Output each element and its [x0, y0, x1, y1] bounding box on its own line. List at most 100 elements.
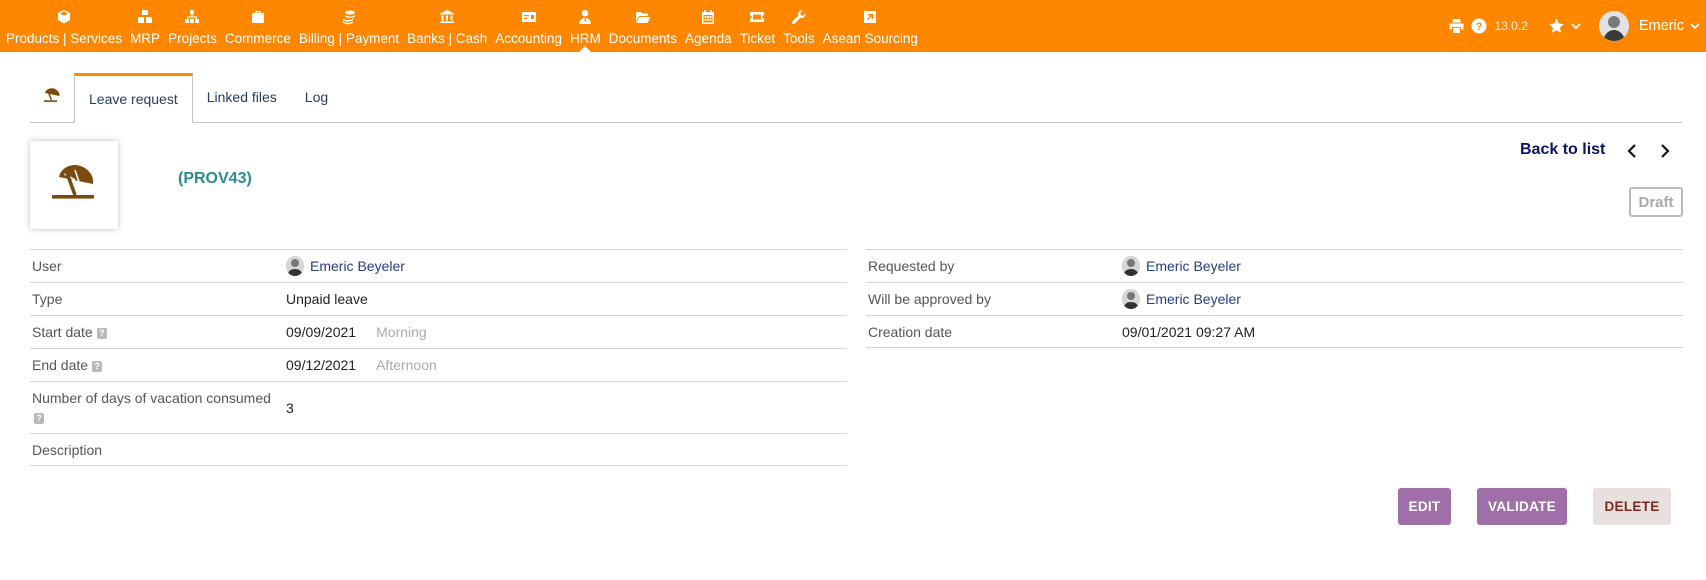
menu-label: Accounting [495, 31, 563, 46]
cube-icon [55, 9, 73, 25]
menu-label: Products | Services [6, 31, 123, 46]
menu-label: MRP [130, 31, 161, 46]
delete-button[interactable]: DELETE [1593, 488, 1671, 525]
chevron-down-icon[interactable] [1571, 22, 1581, 30]
chevron-down-icon[interactable] [1690, 22, 1700, 30]
menu-label: Tools [783, 31, 815, 46]
money-check-icon [520, 9, 538, 25]
field-row-requested-by: Requested by Emeric Beyeler [866, 249, 1683, 282]
end-half-day: Afternoon [376, 357, 437, 373]
field-label: Will be approved by [868, 291, 991, 307]
field-value: 3 [286, 399, 294, 416]
wrench-icon [790, 9, 808, 25]
field-value: Unpaid leave [286, 291, 368, 307]
menu-hrm[interactable]: HRM [566, 0, 605, 52]
beach-umbrella-icon [42, 87, 62, 108]
record-tabs: Leave request Linked files Log [30, 73, 1682, 123]
menu-products-services[interactable]: Products | Services [2, 0, 126, 52]
menu-agenda[interactable]: Agenda [681, 0, 736, 52]
field-label: Number of days of vacation consumed [32, 389, 271, 406]
help-icon[interactable]: ? [34, 413, 44, 425]
field-row-end-date: End date? 09/12/2021 Afternoon [30, 348, 847, 381]
menu-label: Agenda [685, 31, 732, 46]
main-menu: Products | Services MRP Projects Commerc… [0, 0, 922, 52]
coins-icon [340, 9, 358, 25]
external-link-icon [861, 9, 879, 25]
field-label-wrap: Number of days of vacation consumed? [30, 388, 286, 428]
chevron-right-icon [1655, 141, 1675, 161]
menu-projects[interactable]: Projects [164, 0, 221, 52]
menu-documents[interactable]: Documents [605, 0, 681, 52]
menu-billing-payment[interactable]: Billing | Payment [295, 0, 403, 52]
field-value: Emeric Beyeler [286, 256, 405, 276]
user-menu-name[interactable]: Emeric [1639, 18, 1684, 34]
tab-linked-files[interactable]: Linked files [193, 72, 291, 122]
field-row-approver: Will be approved by Emeric Beyeler [866, 282, 1683, 315]
menu-label: Commerce [224, 31, 291, 46]
record-ref: (PROV43) [178, 170, 252, 187]
menu-label: Asean Sourcing [822, 31, 918, 46]
tab-leave-request[interactable]: Leave request [74, 73, 193, 123]
field-label: Start date [32, 324, 93, 340]
menu-label: HRM [570, 31, 601, 46]
end-date-value: 09/12/2021 [286, 357, 357, 373]
leave-details-left: User Emeric Beyeler Type Unpaid leave St… [30, 249, 847, 466]
previous-record-button[interactable] [1622, 141, 1642, 161]
avatar[interactable] [1598, 11, 1629, 41]
field-row-creation-date: Creation date 09/01/2021 09:27 AM [866, 315, 1683, 348]
help-icon[interactable]: ? [92, 360, 103, 372]
field-value: 09/12/2021 Afternoon [286, 357, 437, 373]
avatar [1122, 289, 1140, 309]
start-date-value: 09/09/2021 [286, 324, 357, 340]
menu-ticket[interactable]: Ticket [736, 0, 780, 52]
field-label: Creation date [868, 323, 953, 340]
field-label: User [32, 258, 62, 274]
menu-mrp[interactable]: MRP [126, 0, 164, 52]
top-right-tools: ? 13.0.2 Emeric [1448, 0, 1701, 52]
menu-asean-sourcing[interactable]: Asean Sourcing [819, 0, 922, 52]
field-row-days-consumed: Number of days of vacation consumed? 3 [30, 381, 847, 433]
user-link[interactable]: Emeric Beyeler [310, 258, 405, 274]
menu-label: Documents [608, 31, 678, 46]
help-icon[interactable]: ? [1471, 18, 1487, 34]
field-value: Emeric Beyeler [1122, 289, 1241, 309]
field-row-description: Description [30, 433, 847, 466]
beach-umbrella-icon [50, 163, 98, 208]
start-half-day: Morning [376, 324, 427, 340]
menu-label: Banks | Cash [407, 31, 488, 46]
validate-button[interactable]: VALIDATE [1477, 488, 1567, 525]
edit-button[interactable]: EDIT [1398, 488, 1451, 525]
top-menu-bar: Products | Services MRP Projects Commerc… [0, 0, 1706, 52]
field-label-wrap: Start date? [30, 322, 286, 342]
user-link[interactable]: Emeric Beyeler [1146, 291, 1241, 307]
user-tie-icon [576, 9, 594, 25]
menu-banks-cash[interactable]: Banks | Cash [403, 0, 491, 52]
menu-label: Billing | Payment [298, 31, 400, 46]
menu-commerce[interactable]: Commerce [221, 0, 295, 52]
menu-accounting[interactable]: Accounting [491, 0, 566, 52]
back-to-list-link[interactable]: Back to list [1520, 141, 1605, 159]
svg-text:?: ? [1475, 21, 1482, 33]
briefcase-icon [249, 9, 267, 25]
version-label: 13.0.2 [1494, 19, 1528, 33]
help-icon[interactable]: ? [96, 327, 107, 339]
user-link[interactable]: Emeric Beyeler [1146, 258, 1241, 274]
field-label: Type [32, 291, 63, 307]
chevron-left-icon [1622, 141, 1642, 161]
field-row-start-date: Start date? 09/09/2021 Morning [30, 315, 847, 348]
record-logo [30, 141, 118, 229]
print-icon[interactable] [1448, 18, 1465, 34]
bank-icon [438, 9, 456, 25]
tab-leave-icon[interactable] [30, 72, 74, 122]
field-label: Description [32, 441, 103, 458]
star-icon[interactable] [1548, 18, 1565, 34]
ticket-icon [748, 9, 766, 25]
field-value: Emeric Beyeler [1122, 256, 1241, 276]
menu-tools[interactable]: Tools [779, 0, 819, 52]
field-row-type: Type Unpaid leave [30, 282, 847, 315]
next-record-button[interactable] [1655, 141, 1675, 161]
leave-details-right: Requested by Emeric Beyeler Will be appr… [866, 249, 1683, 348]
field-label: End date [32, 357, 89, 373]
field-label: Requested by [868, 258, 955, 274]
tab-log[interactable]: Log [291, 72, 342, 122]
